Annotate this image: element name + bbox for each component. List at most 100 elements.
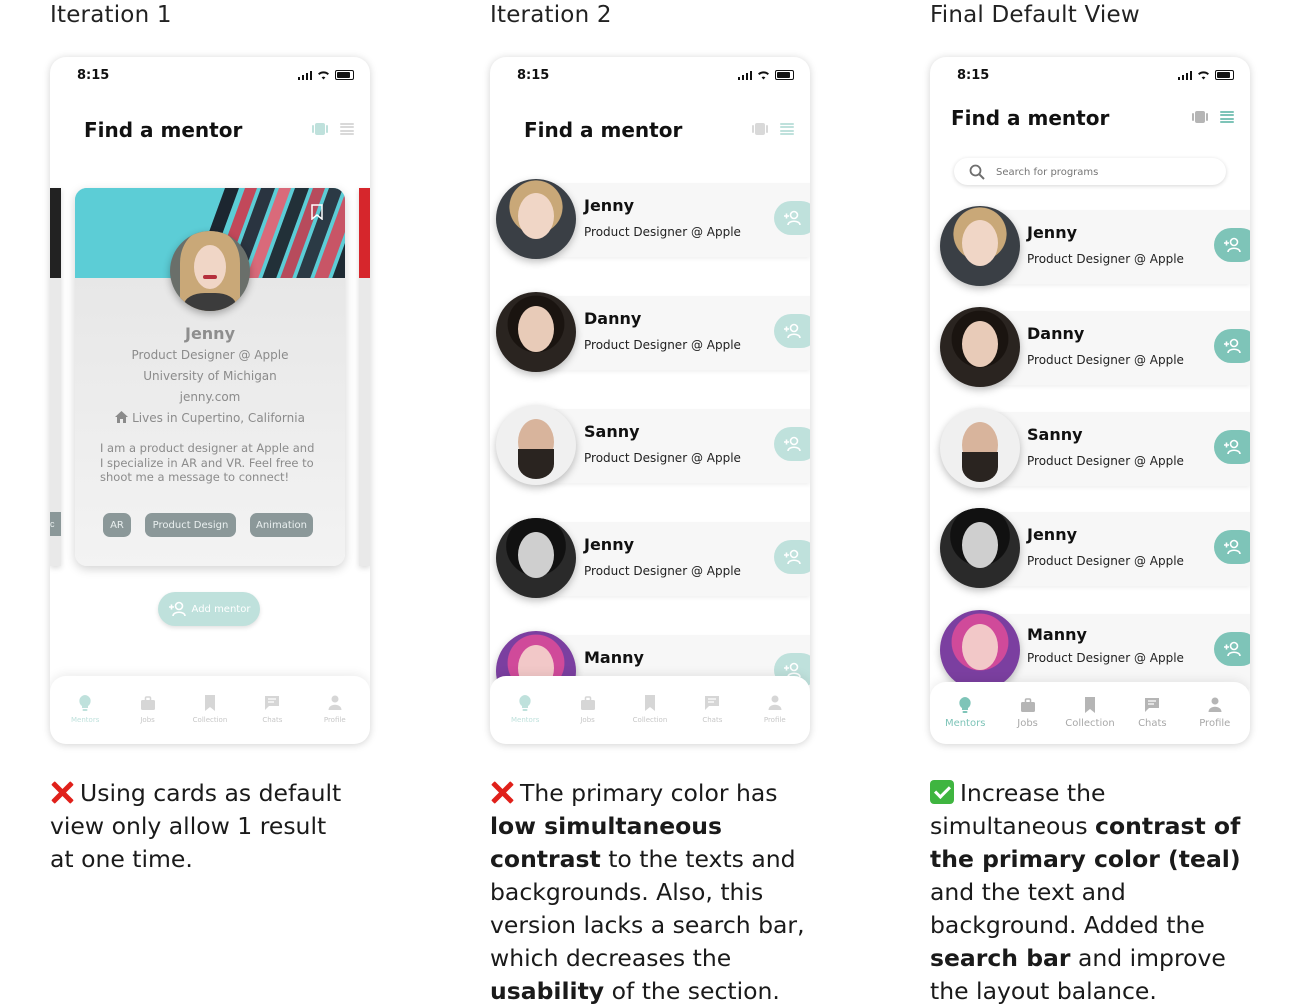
mentor-website[interactable]: jenny.com	[75, 390, 345, 404]
mentor-role: Product Designer @ Apple	[584, 338, 741, 352]
list-item[interactable]: Jenny Product Designer @ Apple	[930, 506, 1250, 592]
page-title: Find a mentor	[951, 106, 1110, 130]
card-view-icon[interactable]	[312, 123, 328, 135]
mentor-location: Lives in Cupertino, California	[75, 411, 345, 425]
tab-collection[interactable]: Collection	[1060, 682, 1120, 729]
bookmark-icon	[644, 695, 655, 711]
list-item[interactable]: Danny Product Designer @ Apple	[930, 305, 1250, 391]
tab-profile[interactable]: Profile	[745, 676, 805, 724]
tab-jobs[interactable]: Jobs	[998, 682, 1058, 729]
mentor-role: Product Designer @ Apple	[1027, 554, 1184, 568]
avatar	[496, 518, 576, 598]
chat-icon	[1145, 698, 1160, 712]
add-person-icon	[1224, 439, 1241, 455]
tab-profile[interactable]: Profile	[1185, 682, 1245, 729]
search-bar[interactable]	[954, 158, 1226, 185]
add-mentor-button[interactable]	[1214, 430, 1250, 464]
avatar	[940, 508, 1020, 588]
status-icons	[1177, 70, 1234, 80]
add-mentor-button[interactable]	[774, 314, 810, 348]
tab-bar: Mentors Jobs Collection Chats Profile	[50, 676, 370, 744]
lightbulb-icon	[959, 697, 971, 713]
add-mentor-button[interactable]	[774, 427, 810, 461]
list-item[interactable]: Jenny Product Designer @ Apple	[930, 204, 1250, 290]
page-title: Find a mentor	[84, 118, 243, 142]
add-person-icon	[1224, 641, 1241, 657]
list-view-icon[interactable]	[340, 123, 354, 135]
bookmark-icon[interactable]	[311, 204, 323, 220]
tab-jobs[interactable]: Jobs	[558, 676, 618, 724]
mentor-role: Product Designer @ Apple	[1027, 454, 1184, 468]
mentor-name: Manny	[1027, 625, 1087, 644]
previous-card-tag: rac	[50, 512, 61, 536]
avatar	[496, 405, 576, 485]
page-title: Find a mentor	[524, 118, 683, 142]
person-icon	[328, 695, 342, 710]
mentor-avatar	[170, 231, 250, 311]
add-mentor-button[interactable]	[1214, 329, 1250, 363]
cross-mark-icon	[50, 780, 74, 804]
add-person-icon	[784, 210, 801, 226]
list-view-icon[interactable]	[1220, 111, 1234, 123]
tab-chats[interactable]: Chats	[242, 676, 302, 724]
briefcase-icon	[580, 696, 595, 710]
mentor-card[interactable]: Jenny Product Designer @ Apple Universit…	[75, 188, 345, 566]
tab-mentors[interactable]: Mentors	[495, 676, 555, 724]
check-mark-icon	[930, 780, 954, 804]
search-icon	[969, 164, 985, 180]
tab-collection[interactable]: Collection	[620, 676, 680, 724]
list-view-icon[interactable]	[780, 123, 794, 135]
wifi-icon	[758, 71, 769, 80]
mentor-name: Jenny	[1027, 223, 1078, 242]
mentor-school: University of Michigan	[143, 369, 277, 383]
add-person-icon	[784, 323, 801, 339]
tab-mentors[interactable]: Mentors	[935, 682, 995, 729]
previous-card-peek[interactable]: rac	[50, 188, 61, 566]
avatar	[940, 610, 1020, 690]
view-toggle	[1192, 111, 1234, 123]
tab-chats[interactable]: Chats	[682, 676, 742, 724]
tab-collection[interactable]: Collection	[180, 676, 240, 724]
bookmark-icon	[204, 695, 215, 711]
column-heading-iteration-2: Iteration 2	[490, 2, 612, 28]
add-mentor-button[interactable]	[1214, 530, 1250, 564]
card-view-icon[interactable]	[752, 123, 768, 135]
list-item[interactable]: Sanny Product Designer @ Apple	[490, 403, 810, 489]
tab-jobs[interactable]: Jobs	[118, 676, 178, 724]
add-person-icon	[784, 436, 801, 452]
add-mentor-button[interactable]	[774, 540, 810, 574]
add-person-icon	[1224, 338, 1241, 354]
tab-mentors[interactable]: Mentors	[55, 676, 115, 724]
list-item[interactable]: Jenny Product Designer @ Apple	[490, 516, 810, 602]
avatar	[940, 408, 1020, 488]
tag-chip[interactable]: AR	[103, 513, 131, 537]
tab-chats[interactable]: Chats	[1122, 682, 1182, 729]
search-input[interactable]	[994, 162, 1218, 182]
tag-chip[interactable]: Product Design	[145, 513, 236, 537]
list-item[interactable]: Sanny Product Designer @ Apple	[930, 406, 1250, 492]
list-item[interactable]: Danny Product Designer @ Apple	[490, 290, 810, 376]
tag-chip[interactable]: Animation	[250, 513, 313, 537]
add-person-icon	[1224, 539, 1241, 555]
avatar	[496, 292, 576, 372]
tab-bar: Mentors Jobs Collection Chats Profile	[490, 676, 810, 744]
add-person-icon	[168, 601, 186, 617]
person-icon	[1208, 697, 1222, 712]
status-time: 8:15	[957, 68, 990, 83]
add-mentor-button[interactable]: Add mentor	[158, 592, 260, 626]
briefcase-icon	[1020, 698, 1035, 712]
tab-bar: Mentors Jobs Collection Chats Profile	[930, 682, 1250, 744]
add-person-icon	[1224, 237, 1241, 253]
card-view-icon[interactable]	[1192, 111, 1208, 123]
tab-profile[interactable]: Profile	[305, 676, 365, 724]
battery-icon	[1215, 70, 1234, 80]
mentor-role: Product Designer @ Apple	[584, 451, 741, 465]
add-mentor-button[interactable]	[1214, 228, 1250, 262]
person-icon	[768, 695, 782, 710]
mentor-name: Jenny	[584, 196, 635, 215]
status-time: 8:15	[77, 68, 110, 83]
add-mentor-button[interactable]	[1214, 632, 1250, 666]
list-item[interactable]: Jenny Product Designer @ Apple	[490, 177, 810, 263]
add-mentor-button[interactable]	[774, 201, 810, 235]
next-card-peek[interactable]	[359, 188, 370, 566]
